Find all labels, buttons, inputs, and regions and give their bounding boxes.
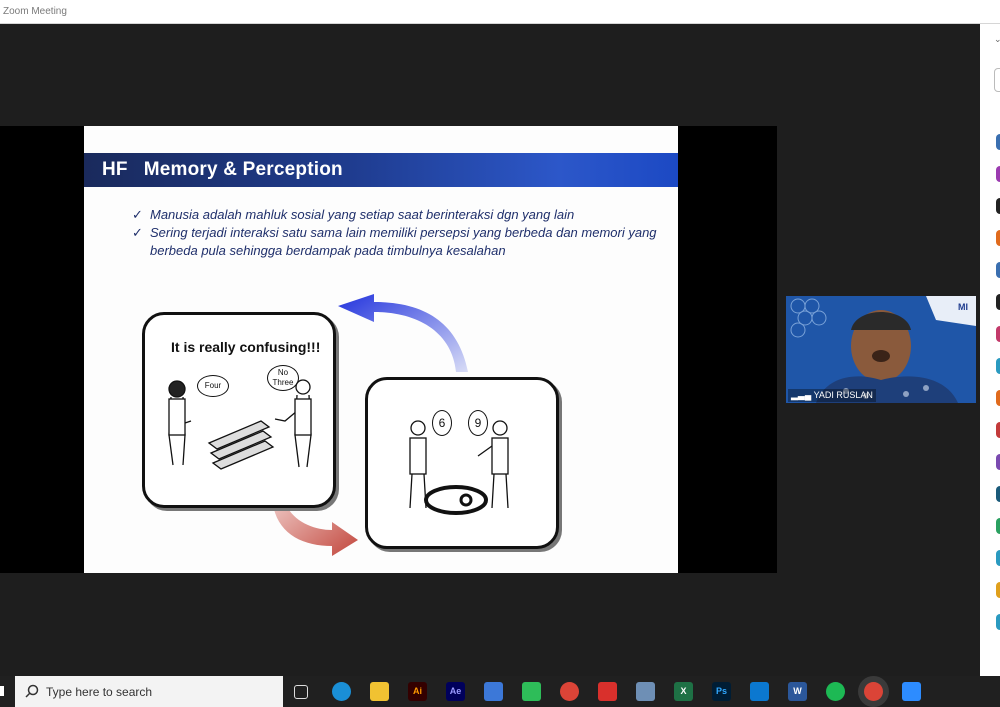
network-icon[interactable]	[636, 682, 655, 701]
illustrator-icon[interactable]: Ai	[408, 682, 427, 701]
task-view-icon[interactable]	[294, 685, 308, 699]
acrobat-icon[interactable]	[598, 682, 617, 701]
phone-icon[interactable]	[522, 682, 541, 701]
presentation-slide: HF Memory & Perception ✓ Manusia adalah m…	[84, 126, 678, 573]
participant-avatar[interactable]	[996, 326, 1000, 342]
cartoon-figures-icon	[168, 379, 312, 470]
spotify-icon[interactable]	[826, 682, 845, 701]
participant-avatar[interactable]	[996, 518, 1000, 534]
zoom-icon[interactable]	[902, 682, 921, 701]
participants-sidebar: ⌄	[980, 24, 1000, 676]
participant-avatar[interactable]	[996, 550, 1000, 566]
svg-text:MI: MI	[958, 302, 968, 312]
window-title: Zoom Meeting	[3, 6, 67, 17]
store-icon[interactable]	[484, 682, 503, 701]
participant-avatar[interactable]	[996, 134, 1000, 150]
cartoon-panel-six-nine: 6 9	[365, 377, 559, 549]
chrome-active-icon[interactable]	[864, 682, 883, 701]
photoshop-icon[interactable]: Ps	[712, 682, 731, 701]
participant-video[interactable]: MI ▂▃▄ YADI RUSLAN	[786, 296, 976, 403]
blue-arrow-icon	[338, 294, 468, 372]
chrome-icon[interactable]	[560, 682, 579, 701]
participant-avatar[interactable]	[996, 262, 1000, 278]
participant-avatar[interactable]	[996, 486, 1000, 502]
participant-avatar[interactable]	[996, 582, 1000, 598]
participant-video-frame: MI	[786, 296, 976, 403]
word-icon[interactable]: W	[788, 682, 807, 701]
participant-avatar[interactable]	[996, 294, 1000, 310]
cartoon-figures-icon	[409, 420, 509, 515]
participant-avatar[interactable]	[996, 454, 1000, 470]
taskbar-search[interactable]: Type here to search	[15, 676, 283, 707]
participant-avatar[interactable]	[996, 422, 1000, 438]
cartoon-panel-confusing: It is really confusing!!! Four No Three	[142, 312, 336, 508]
sidebar-search-box[interactable]	[994, 68, 1000, 92]
file-explorer-icon[interactable]	[370, 682, 389, 701]
participant-avatar[interactable]	[996, 230, 1000, 246]
participant-avatar[interactable]	[996, 390, 1000, 406]
participant-name-label: ▂▃▄ YADI RUSLAN	[788, 389, 876, 402]
participant-avatar[interactable]	[996, 198, 1000, 214]
edge-icon[interactable]	[332, 682, 351, 701]
windows-taskbar: Type here to search Ai Ae X Ps W	[0, 676, 1000, 707]
participant-avatar[interactable]	[996, 358, 1000, 374]
search-placeholder: Type here to search	[46, 685, 153, 699]
chevron-down-icon[interactable]: ⌄	[994, 34, 1000, 45]
excel-icon[interactable]: X	[674, 682, 693, 701]
signal-bars-icon: ▂▃▄	[791, 390, 812, 400]
window-titlebar: Zoom Meeting	[0, 0, 1000, 24]
after-effects-icon[interactable]: Ae	[446, 682, 465, 701]
vscode-icon[interactable]	[750, 682, 769, 701]
participant-avatar[interactable]	[996, 614, 1000, 630]
search-icon	[25, 684, 39, 698]
meeting-stage: HF Memory & Perception ✓ Manusia adalah m…	[0, 24, 980, 676]
participant-avatar[interactable]	[996, 166, 1000, 182]
screen-share-area: HF Memory & Perception ✓ Manusia adalah m…	[0, 126, 777, 573]
start-button[interactable]	[0, 686, 4, 696]
